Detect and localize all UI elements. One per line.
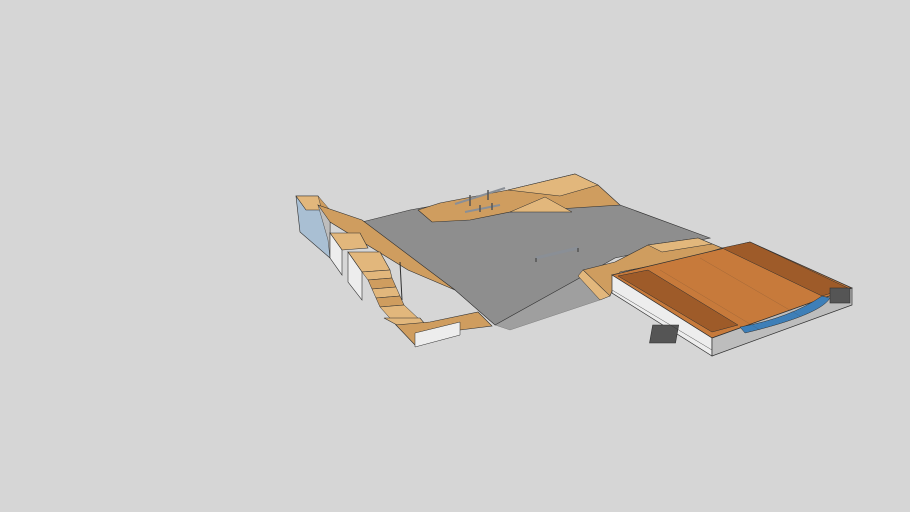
- 3d-viewport[interactable]: [0, 0, 910, 512]
- skatepark-model: [295, 173, 853, 357]
